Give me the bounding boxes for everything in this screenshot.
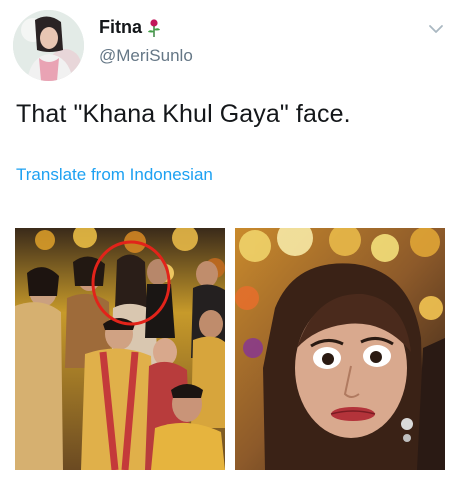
tweet-text: That "Khana Khul Gaya" face. bbox=[16, 100, 351, 128]
wedding-group-photo[interactable] bbox=[15, 228, 225, 470]
translate-link[interactable]: Translate from Indonesian bbox=[16, 165, 213, 185]
media-grid bbox=[15, 228, 445, 470]
surprised-face-closeup[interactable] bbox=[235, 228, 445, 470]
avatar[interactable] bbox=[13, 10, 84, 81]
rose-icon bbox=[146, 18, 162, 38]
display-name[interactable]: Fitna bbox=[99, 17, 142, 38]
user-handle[interactable]: @MeriSunlo bbox=[99, 46, 193, 66]
avatar-icon bbox=[13, 10, 84, 81]
chevron-down-icon[interactable] bbox=[428, 24, 444, 34]
name-row: Fitna bbox=[99, 17, 162, 38]
tweet-card: Fitna @MeriSunlo That "Khana Khul Gaya" … bbox=[0, 0, 450, 478]
